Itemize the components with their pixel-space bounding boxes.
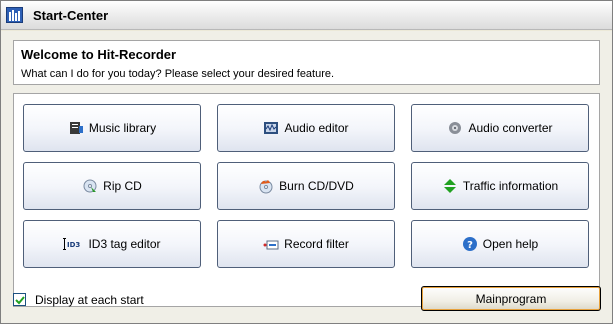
audio-converter-label: Audio converter (468, 121, 553, 135)
rip-cd-icon (82, 178, 98, 194)
welcome-subtitle: What can I do for you today? Please sele… (21, 68, 335, 80)
welcome-title: Welcome to Hit-Recorder (21, 47, 177, 62)
id3-tag-editor-label: ID3 tag editor (88, 237, 161, 251)
burn-cd-dvd-label: Burn CD/DVD (279, 179, 354, 193)
open-help-label: Open help (482, 237, 539, 251)
burn-cd-icon (258, 178, 274, 194)
start-center-window: Start-Center Welcome to Hit-Recorder Wha… (0, 0, 613, 324)
music-library-button[interactable]: Music library (23, 104, 201, 152)
svg-text:ID3: ID3 (67, 241, 80, 249)
open-help-button[interactable]: ? Open help (411, 220, 589, 268)
audio-converter-icon (447, 120, 463, 136)
mainprogram-button[interactable]: Mainprogram (421, 286, 601, 311)
display-at-start-checkbox[interactable] (13, 293, 26, 306)
title-bar[interactable]: Start-Center (1, 1, 612, 30)
record-filter-button[interactable]: Record filter (217, 220, 395, 268)
traffic-information-button[interactable]: Traffic information (411, 162, 589, 210)
feature-panel: Music library Audio editor Audio convert… (13, 93, 600, 307)
record-filter-label: Record filter (284, 237, 349, 251)
rip-cd-label: Rip CD (103, 179, 142, 193)
traffic-information-label: Traffic information (462, 179, 559, 193)
rip-cd-button[interactable]: Rip CD (23, 162, 201, 210)
traffic-info-icon (442, 178, 458, 194)
music-library-icon (68, 120, 84, 136)
id3-tag-editor-button[interactable]: ID3 ID3 tag editor (23, 220, 201, 268)
burn-cd-dvd-button[interactable]: Burn CD/DVD (217, 162, 395, 210)
audio-editor-label: Audio editor (284, 121, 349, 135)
help-icon: ? (462, 236, 478, 252)
audio-editor-button[interactable]: Audio editor (217, 104, 395, 152)
start-center-body: Welcome to Hit-Recorder What can I do fo… (1, 31, 612, 323)
display-at-start-label[interactable]: Display at each start (35, 293, 144, 307)
app-logo-icon (6, 7, 23, 23)
audio-converter-button[interactable]: Audio converter (411, 104, 589, 152)
welcome-panel: Welcome to Hit-Recorder What can I do fo… (13, 40, 600, 85)
id3-tag-icon: ID3 (63, 236, 83, 252)
audio-editor-icon (263, 120, 279, 136)
record-filter-icon (263, 236, 279, 252)
window-title: Start-Center (33, 8, 109, 23)
svg-text:?: ? (467, 240, 473, 251)
music-library-label: Music library (88, 121, 157, 135)
